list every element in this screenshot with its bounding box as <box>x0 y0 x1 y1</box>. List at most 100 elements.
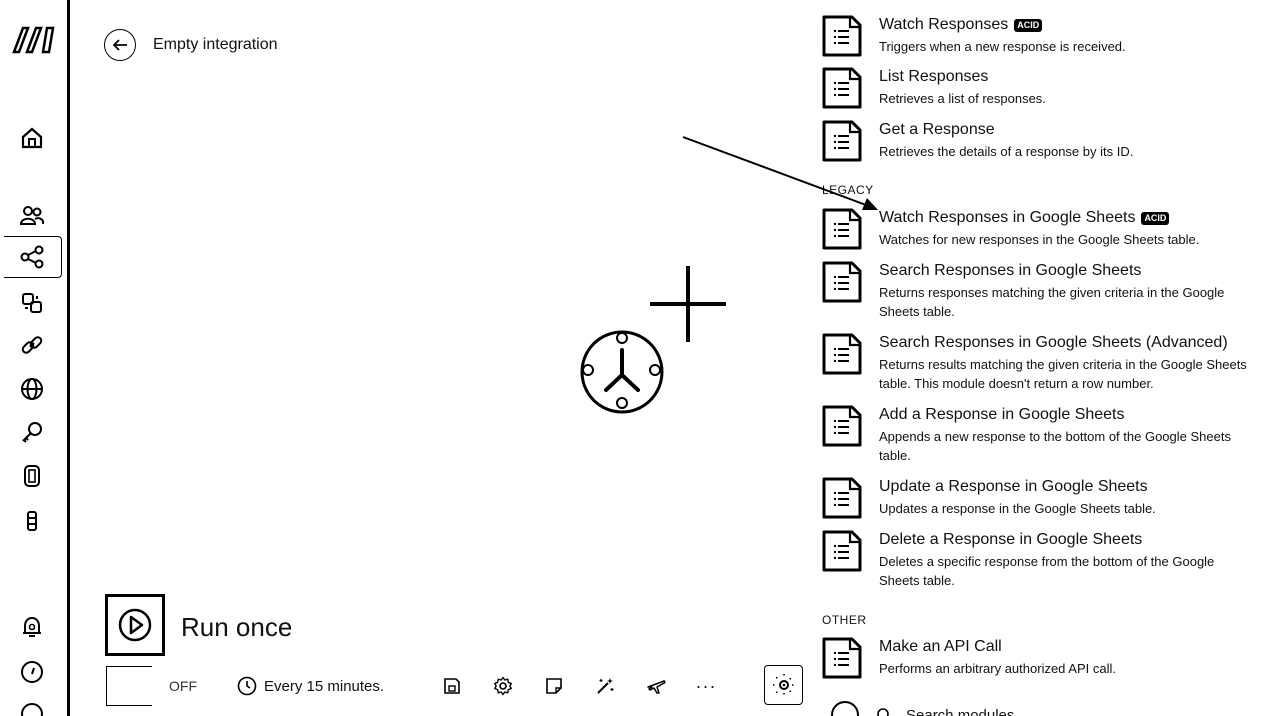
module-description: Deletes a specific response from the bot… <box>879 554 1215 588</box>
module-list-item[interactable]: Watch Responses in Google Sheets ACID Watc… <box>822 208 1254 250</box>
module-text: Watch Responses ACID Triggers when a new r… <box>879 15 1254 57</box>
module-title-text: Make an API Call <box>879 638 1002 655</box>
search-icon <box>877 708 889 716</box>
module-description: Returns responses matching the given cri… <box>879 285 1225 319</box>
save-icon[interactable] <box>441 675 463 697</box>
module-title-text: Get a Response <box>879 121 995 138</box>
section-heading: OTHER <box>822 613 867 627</box>
note-icon[interactable] <box>543 675 565 697</box>
connections-icon[interactable] <box>17 330 47 360</box>
module-title: List Responses <box>879 67 1254 87</box>
profile-icon[interactable] <box>17 698 47 716</box>
search-input[interactable]: Search modules <box>906 707 1014 716</box>
module-list-item[interactable]: List Responses Retrieves a list of respon… <box>822 67 1254 109</box>
module-description: Returns results matching the given crite… <box>879 357 1247 391</box>
help-icon[interactable] <box>17 657 47 687</box>
clock-icon <box>237 676 257 696</box>
left-sidebar <box>0 0 70 716</box>
module-title: Watch Responses ACID <box>879 15 1254 35</box>
module-description: Watches for new responses in the Google … <box>879 232 1200 247</box>
module-text: Search Responses in Google Sheets (Advan… <box>879 333 1254 393</box>
forms-document-icon <box>822 120 862 162</box>
module-list-item[interactable]: Update a Response in Google Sheets Update… <box>822 477 1254 519</box>
schedule-setting[interactable]: Every 15 minutes. <box>237 676 384 696</box>
gear-icon[interactable] <box>492 675 514 697</box>
home-icon[interactable] <box>17 123 47 153</box>
module-description: Updates a response in the Google Sheets … <box>879 501 1156 516</box>
forms-document-icon <box>822 67 862 109</box>
scenario-title[interactable]: Empty integration <box>153 36 278 54</box>
page-header: Empty integration <box>104 29 278 61</box>
module-description: Performs an arbitrary authorized API cal… <box>879 661 1116 676</box>
acid-badge: ACID <box>1014 18 1043 32</box>
module-list-item[interactable]: Search Responses in Google Sheets Returns… <box>822 261 1254 321</box>
forms-document-icon <box>822 405 862 447</box>
webhooks-icon[interactable] <box>17 374 47 404</box>
forms-document-icon <box>822 208 862 250</box>
module-text: List Responses Retrieves a list of respon… <box>879 67 1254 109</box>
module-text: Add a Response in Google Sheets Appends a… <box>879 405 1254 465</box>
module-list-item[interactable]: Search Responses in Google Sheets (Advan… <box>822 333 1254 393</box>
module-description: Retrieves the details of a response by i… <box>879 144 1134 159</box>
templates-icon[interactable] <box>17 288 47 318</box>
module-title: Add a Response in Google Sheets <box>879 405 1254 425</box>
share-icon[interactable] <box>17 242 47 272</box>
run-once-button[interactable] <box>105 594 165 656</box>
magic-wand-icon[interactable] <box>594 675 616 697</box>
module-list-item[interactable]: Watch Responses ACID Triggers when a new r… <box>822 15 1254 57</box>
module-title-text: Search Responses in Google Sheets <box>879 262 1142 279</box>
module-text: Delete a Response in Google Sheets Delete… <box>879 530 1254 590</box>
notifications-icon[interactable] <box>17 612 47 642</box>
toggle-state-label: OFF <box>169 678 197 694</box>
module-title: Watch Responses in Google Sheets ACID <box>879 208 1254 228</box>
module-title: Get a Response <box>879 120 1254 140</box>
module-title-text: Watch Responses in Google Sheets <box>879 209 1136 226</box>
back-button[interactable] <box>104 29 136 61</box>
app-logo[interactable] <box>11 22 57 56</box>
module-title-text: Search Responses in Google Sheets (Advan… <box>879 334 1228 351</box>
forms-document-icon <box>822 477 862 519</box>
forms-document-icon <box>822 15 862 57</box>
module-title: Search Responses in Google Sheets <box>879 261 1254 281</box>
module-text: Get a Response Retrieves the details of a… <box>879 120 1254 162</box>
keys-icon[interactable] <box>17 418 47 448</box>
scheduling-toggle[interactable] <box>106 666 152 706</box>
forms-document-icon <box>822 637 862 679</box>
module-text: Update a Response in Google Sheets Update… <box>879 477 1254 519</box>
module-title-text: Add a Response in Google Sheets <box>879 406 1125 423</box>
module-description: Retrieves a list of responses. <box>879 91 1046 106</box>
module-title-text: List Responses <box>879 68 989 85</box>
module-list-item[interactable]: Delete a Response in Google Sheets Delete… <box>822 530 1254 590</box>
module-title-text: Watch Responses <box>879 16 1009 33</box>
module-text: Search Responses in Google Sheets Returns… <box>879 261 1254 321</box>
module-list-item[interactable]: Add a Response in Google Sheets Appends a… <box>822 405 1254 465</box>
forms-module-node[interactable] <box>578 328 666 416</box>
module-list-item[interactable]: Get a Response Retrieves the details of a… <box>822 120 1254 162</box>
forms-document-icon <box>822 261 862 303</box>
module-text: Watch Responses in Google Sheets ACID Watc… <box>879 208 1254 250</box>
module-list-panel: Watch Responses ACID Triggers when a new r… <box>810 0 1280 716</box>
section-heading: LEGACY <box>822 183 874 197</box>
circle-icon <box>831 701 859 716</box>
module-title: Search Responses in Google Sheets (Advan… <box>879 333 1254 353</box>
play-icon <box>118 608 152 642</box>
module-title: Delete a Response in Google Sheets <box>879 530 1254 550</box>
module-description: Appends a new response to the bottom of … <box>879 429 1231 463</box>
team-icon[interactable] <box>17 200 47 230</box>
airplane-icon[interactable] <box>645 675 667 697</box>
scenario-settings-button[interactable] <box>764 665 803 705</box>
forms-document-icon <box>822 333 862 375</box>
module-search-row[interactable]: Search modules <box>830 700 1014 716</box>
module-list-item[interactable]: Make an API Call Performs an arbitrary au… <box>822 637 1254 679</box>
devices-icon[interactable] <box>17 461 47 491</box>
more-options-icon[interactable]: ··· <box>695 675 717 697</box>
datastore-icon[interactable] <box>17 506 47 536</box>
module-description: Triggers when a new response is received… <box>879 39 1126 54</box>
run-once-label: Run once <box>181 612 293 642</box>
sun-gear-icon <box>772 674 795 696</box>
module-title-text: Delete a Response in Google Sheets <box>879 531 1143 548</box>
module-title: Update a Response in Google Sheets <box>879 477 1254 497</box>
schedule-text: Every 15 minutes. <box>264 677 385 695</box>
module-title: Make an API Call <box>879 637 1254 657</box>
acid-badge: ACID <box>1141 211 1170 225</box>
